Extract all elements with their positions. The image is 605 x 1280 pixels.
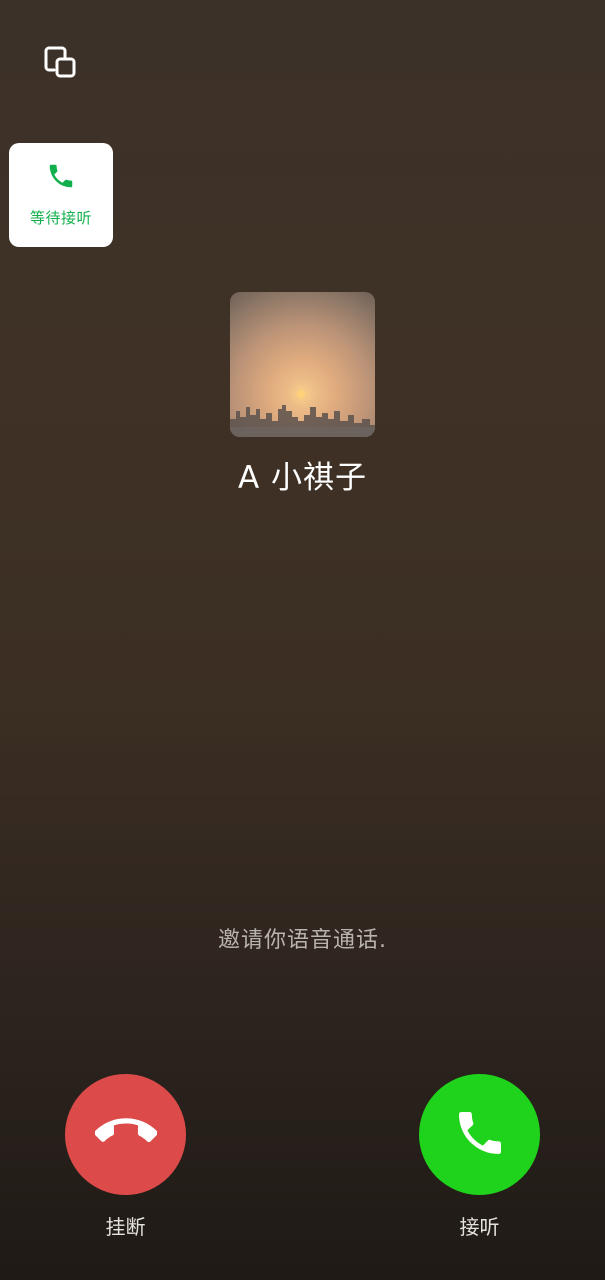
decline-label: 挂断 [105, 1215, 146, 1239]
caller-avatar [230, 292, 375, 437]
caller-name: A 小祺子 [237, 460, 368, 496]
accept-call-button[interactable] [419, 1074, 540, 1195]
accept-label: 接听 [459, 1215, 500, 1239]
decline-call-button[interactable] [65, 1074, 186, 1195]
waiting-call-card[interactable]: 等待接听 [9, 143, 113, 247]
minimize-window-button[interactable] [36, 40, 84, 88]
phone-icon [46, 161, 76, 195]
avatar-skyline [230, 405, 375, 437]
phone-icon [452, 1105, 508, 1165]
floating-window-icon [40, 42, 80, 86]
waiting-label: 等待接听 [29, 209, 92, 227]
hang-up-icon [93, 1102, 158, 1168]
call-status-text: 邀请你语音通话. [218, 928, 387, 953]
